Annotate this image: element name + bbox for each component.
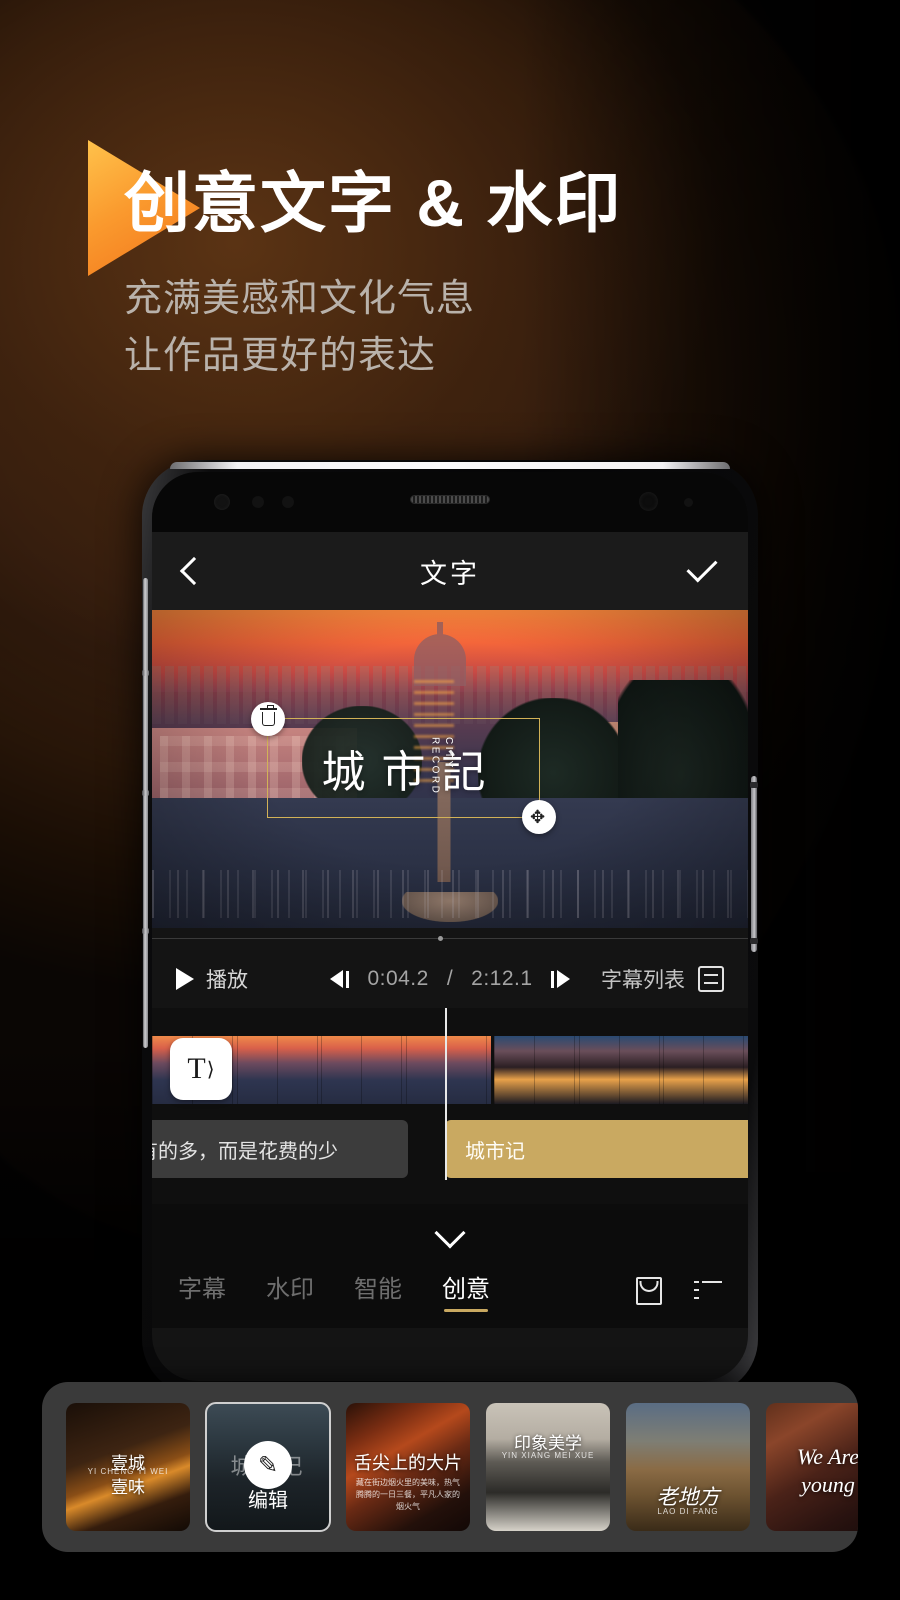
time-controls: 0:04.2 / 2:12.1 — [330, 967, 570, 991]
bottom-panel: 字幕 水印 智能 创意 — [152, 1204, 748, 1328]
chevron-left-icon — [179, 556, 209, 586]
phone-notch-area — [152, 472, 748, 532]
app-header-bar: 文字 — [152, 532, 748, 610]
list-box-icon — [698, 966, 724, 992]
playback-control-bar: 播放 0:04.2 / 2:12.1 字幕列表 — [152, 950, 748, 1008]
timeline-frame — [578, 1036, 664, 1104]
template-edit-label: 编辑 — [248, 1490, 288, 1512]
template-card[interactable]: We Are young — [766, 1403, 858, 1531]
assistant-button[interactable] — [142, 928, 149, 934]
template-title-line2: 壹味 — [111, 1478, 145, 1497]
template-carousel[interactable]: 壹城 壹味 YI CHENG YI WEI 城市记 ✎ 编辑 舌尖上的大片 藏在… — [42, 1382, 858, 1552]
subtitle-track: 有的多，而是花费的少 城市记 — [152, 1120, 748, 1178]
subtitle-clip-previous[interactable]: 有的多，而是花费的少 — [152, 1120, 408, 1178]
timeline-frame — [406, 1036, 491, 1104]
text-overlay-subtext: CITY RECORD — [429, 737, 455, 796]
timeline[interactable]: T ⟩ 有的多，而是花费的少 城市记 — [152, 1008, 748, 1204]
progress-thumb[interactable] — [438, 936, 443, 941]
subtitle-list-button[interactable]: 字幕列表 — [570, 964, 724, 994]
template-title-line1: 舌尖上的大片 — [354, 1453, 462, 1473]
timeline-playhead[interactable] — [445, 1008, 447, 1180]
front-camera-icon — [214, 494, 230, 510]
confirm-button[interactable] — [686, 551, 718, 583]
led-indicator-icon — [684, 498, 693, 507]
timeline-frame — [663, 1036, 748, 1104]
pencil-icon[interactable]: ✎ — [244, 1441, 292, 1489]
subtitle-list-label: 字幕列表 — [601, 969, 685, 992]
tab-smart[interactable]: 智能 — [354, 1269, 402, 1312]
page-title: 文字 — [420, 558, 480, 589]
tts-wave-glyph: ⟩ — [206, 1058, 215, 1081]
template-pinyin: YIN XIANG MEI XUE — [501, 1451, 595, 1460]
step-backward-button[interactable] — [330, 970, 350, 988]
current-time: 0:04.2 — [367, 967, 429, 990]
preview-progress-row[interactable] — [152, 928, 748, 950]
play-label: 播放 — [206, 969, 248, 992]
phone-right-rim — [751, 776, 757, 952]
play-icon — [176, 968, 194, 990]
editor-tab-bar: 字幕 水印 智能 创意 — [152, 1269, 748, 1312]
phone-mockup: 文字 城市記 CITY RECORD ✥ 播放 0:04.2 / 2:12.1 … — [142, 460, 758, 1395]
promo-headline-block: 创意文字 & 水印 充满美感和文化气息 让作品更好的表达 — [88, 140, 788, 385]
tab-creative[interactable]: 创意 — [442, 1269, 490, 1312]
template-card[interactable]: 壹城 壹味 YI CHENG YI WEI — [66, 1403, 190, 1531]
proximity-sensor-icon — [252, 496, 264, 508]
shopping-bag-icon[interactable] — [636, 1276, 662, 1305]
template-pinyin: YI CHENG YI WEI — [87, 1467, 169, 1476]
template-pinyin: LAO DI FANG — [657, 1507, 719, 1516]
promo-headline: 创意文字 & 水印 — [124, 166, 623, 240]
text-overlay-main: 城市記 — [321, 748, 502, 797]
subtitle-clip-active[interactable]: 城市记 — [445, 1120, 748, 1178]
timeline-frame — [321, 1036, 407, 1104]
text-to-speech-icon[interactable]: T ⟩ — [170, 1038, 232, 1100]
video-preview[interactable]: 城市記 CITY RECORD ✥ — [152, 610, 748, 928]
trash-icon — [259, 705, 277, 726]
template-title-line1: We Are young — [796, 1444, 858, 1497]
tab-subtitle[interactable]: 字幕 — [178, 1269, 226, 1312]
move-icon: ✥ — [530, 807, 546, 827]
step-backward-bar — [346, 970, 350, 988]
template-card-selected[interactable]: 城市记 ✎ 编辑 — [205, 1402, 331, 1532]
light-sensor-icon — [282, 496, 294, 508]
template-card[interactable]: 舌尖上的大片 藏在街边烟火里的美味，热气腾腾的一日三餐，平凡人家的烟火气 — [346, 1403, 470, 1531]
volume-down-button[interactable] — [142, 790, 149, 796]
step-forward-button[interactable] — [550, 970, 570, 988]
phone-left-rim — [143, 578, 148, 1048]
step-forward-icon — [556, 970, 570, 988]
chevron-down-icon[interactable] — [434, 1217, 466, 1249]
template-card[interactable]: 印象美学 YIN XIANG MEI XUE — [486, 1403, 610, 1531]
power-button-top-edge — [750, 782, 758, 788]
delete-text-handle[interactable] — [251, 702, 285, 736]
list-menu-icon[interactable] — [694, 1280, 722, 1301]
power-button-bottom-edge — [750, 938, 758, 944]
tts-badge-letter: T — [187, 1052, 206, 1085]
phone-screen: 文字 城市記 CITY RECORD ✥ 播放 0:04.2 / 2:12.1 … — [152, 472, 748, 1381]
tab-watermark[interactable]: 水印 — [266, 1269, 314, 1312]
timeline-filmstrip[interactable] — [152, 1036, 748, 1104]
promo-subline: 充满美感和文化气息 让作品更好的表达 — [124, 271, 788, 385]
text-overlay-box[interactable]: 城市記 CITY RECORD ✥ — [251, 702, 556, 834]
play-button[interactable]: 播放 — [176, 964, 330, 994]
timeline-frame — [236, 1036, 322, 1104]
progress-track — [152, 938, 748, 939]
step-backward-icon — [330, 970, 344, 988]
iris-scanner-icon — [639, 492, 658, 511]
time-separator: / — [446, 967, 454, 990]
step-forward-bar — [550, 970, 554, 988]
timeline-frame — [493, 1036, 579, 1104]
template-card[interactable]: 老地方 LAO DI FANG — [626, 1403, 750, 1531]
volume-up-button[interactable] — [142, 670, 149, 676]
promo-subline-line1: 充满美感和文化气息 — [124, 278, 476, 321]
total-time: 2:12.1 — [471, 967, 533, 990]
phone-top-bezel — [170, 462, 730, 469]
template-body-text: 藏在街边烟火里的美味，热气腾腾的一日三餐，平凡人家的烟火气 — [356, 1478, 460, 1511]
back-button[interactable] — [179, 556, 209, 586]
move-text-handle[interactable]: ✥ — [522, 800, 556, 834]
promo-subline-line2: 让作品更好的表达 — [124, 335, 437, 378]
earpiece-speaker-icon — [410, 495, 490, 504]
